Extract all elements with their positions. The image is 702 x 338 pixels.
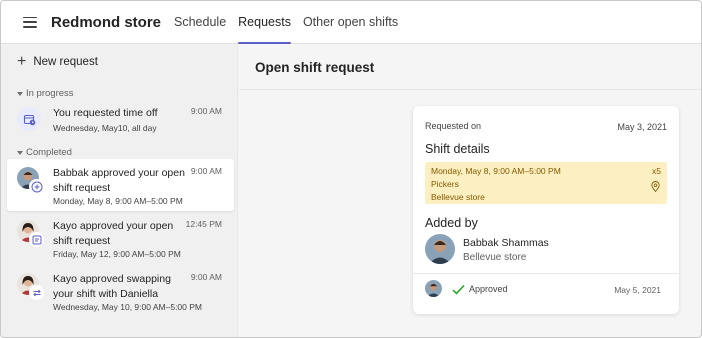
- hamburger-menu-icon[interactable]: [23, 16, 37, 28]
- request-time: 9:00 AM: [190, 272, 222, 282]
- caret-down-icon: [17, 150, 23, 155]
- added-by-heading: Added by: [425, 216, 478, 230]
- list-item[interactable]: Kayo approved swapping your shift with D…: [7, 265, 234, 317]
- avatar: [425, 234, 455, 264]
- checkmark-icon: [452, 282, 465, 300]
- requested-on-date: May 3, 2021: [617, 122, 667, 132]
- new-request-button[interactable]: + New request: [17, 53, 98, 70]
- tab-requests[interactable]: Requests: [238, 1, 291, 44]
- request-time: 12:45 PM: [185, 219, 222, 229]
- divider: [413, 273, 679, 274]
- location-pin-icon: [651, 179, 660, 197]
- time-off-icon: [17, 107, 41, 131]
- request-subtitle: Wednesday, May 10, 9:00 AM–5:00 PM: [53, 302, 202, 312]
- shift-quantity: x5: [652, 166, 661, 176]
- section-label: Completed: [26, 147, 72, 158]
- avatar: [425, 280, 442, 297]
- added-by-name: Babbak Shammas: [463, 237, 549, 249]
- app-title: Redmond store: [51, 13, 162, 31]
- tab-other-open-shifts[interactable]: Other open shifts: [303, 1, 398, 44]
- tab-schedule[interactable]: Schedule: [174, 1, 226, 44]
- request-subtitle: Monday, May 8, 9:00 AM–5:00 PM: [53, 196, 183, 206]
- section-label: In progress: [26, 88, 74, 99]
- app-window: Redmond store Schedule Requests Other op…: [0, 0, 702, 338]
- request-title: You requested time off: [53, 107, 158, 119]
- request-title: Kayo approved swapping your shift with D…: [53, 273, 171, 300]
- list-item[interactable]: You requested time off Wednesday, May10,…: [7, 99, 234, 151]
- request-subtitle: Friday, May 12, 9:00 AM–5:00 PM: [53, 249, 181, 259]
- plus-icon: +: [17, 53, 27, 70]
- shift-time: Monday, May 8, 9:00 AM–5:00 PM: [431, 166, 561, 176]
- shift-summary[interactable]: Monday, May 8, 9:00 AM–5:00 PM Pickers B…: [425, 162, 667, 204]
- page-title: Open shift request: [255, 60, 375, 75]
- top-header: Redmond store Schedule Requests Other op…: [1, 1, 701, 44]
- request-detail-card: Requested on May 3, 2021 Shift details M…: [413, 106, 679, 314]
- section-completed[interactable]: Completed: [17, 147, 72, 158]
- caret-down-icon: [17, 91, 23, 96]
- shift-location: Bellevue store: [431, 192, 485, 202]
- list-item[interactable]: Babbak approved your open shift request …: [7, 159, 234, 211]
- request-time: 9:00 AM: [190, 106, 222, 116]
- section-in-progress[interactable]: In progress: [17, 88, 74, 99]
- new-request-label: New request: [33, 56, 98, 68]
- status-date: May 5, 2021: [614, 285, 661, 295]
- request-time: 9:00 AM: [190, 166, 222, 176]
- shift-details-heading: Shift details: [425, 142, 490, 156]
- shift-role: Pickers: [431, 179, 459, 189]
- request-subtitle: Wednesday, May10, all day: [53, 123, 157, 133]
- requests-list-pane: + New request In progress You requested …: [1, 44, 238, 337]
- divider: [239, 89, 701, 90]
- added-by-store: Bellevue store: [463, 252, 527, 263]
- shift-badge-icon: [29, 232, 44, 247]
- request-title: Kayo approved your open shift request: [53, 220, 174, 247]
- open-shift-badge-icon: [29, 179, 44, 194]
- swap-badge-icon: [29, 285, 44, 300]
- requested-on-label: Requested on: [425, 121, 482, 131]
- request-title: Babbak approved your open shift request: [53, 167, 185, 194]
- list-item[interactable]: Kayo approved your open shift request Fr…: [7, 212, 234, 264]
- status-label: Approved: [469, 284, 508, 294]
